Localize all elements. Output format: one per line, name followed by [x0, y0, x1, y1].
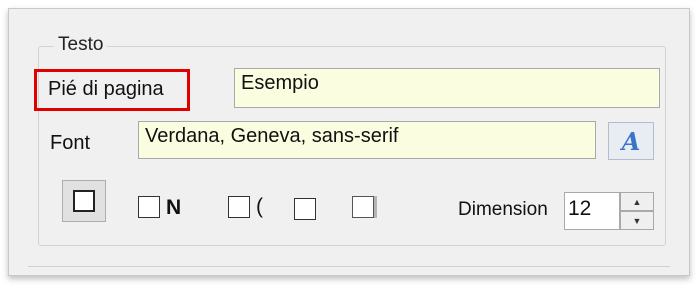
border-toggle-button[interactable] [62, 180, 106, 222]
font-input[interactable]: Verdana, Geneva, sans-serif [138, 121, 596, 159]
italic-label: ( [256, 195, 263, 218]
footer-input[interactable]: Esempio [234, 68, 660, 108]
font-label: Font [50, 132, 91, 154]
shadow-checkbox[interactable] [352, 196, 374, 218]
footer-label: Pié di pagina [48, 78, 164, 100]
font-picker-button[interactable]: A [608, 122, 654, 160]
size-spinner: ▲ ▼ [620, 192, 654, 230]
size-input[interactable]: 12 [564, 192, 620, 230]
bold-label: N [166, 196, 182, 219]
font-picker-icon: A [621, 126, 641, 156]
chevron-down-icon: ▼ [632, 215, 642, 226]
groupbox-title: Testo [54, 34, 108, 56]
divider [28, 266, 670, 267]
spin-up-button[interactable]: ▲ [620, 192, 654, 211]
size-label: Dimension [458, 199, 548, 220]
bold-checkbox[interactable] [138, 196, 160, 218]
spin-down-button[interactable]: ▼ [620, 211, 654, 230]
chevron-up-icon: ▲ [632, 196, 642, 207]
underline-checkbox[interactable] [294, 198, 316, 220]
border-square-icon [73, 190, 95, 212]
italic-checkbox[interactable] [228, 196, 250, 218]
